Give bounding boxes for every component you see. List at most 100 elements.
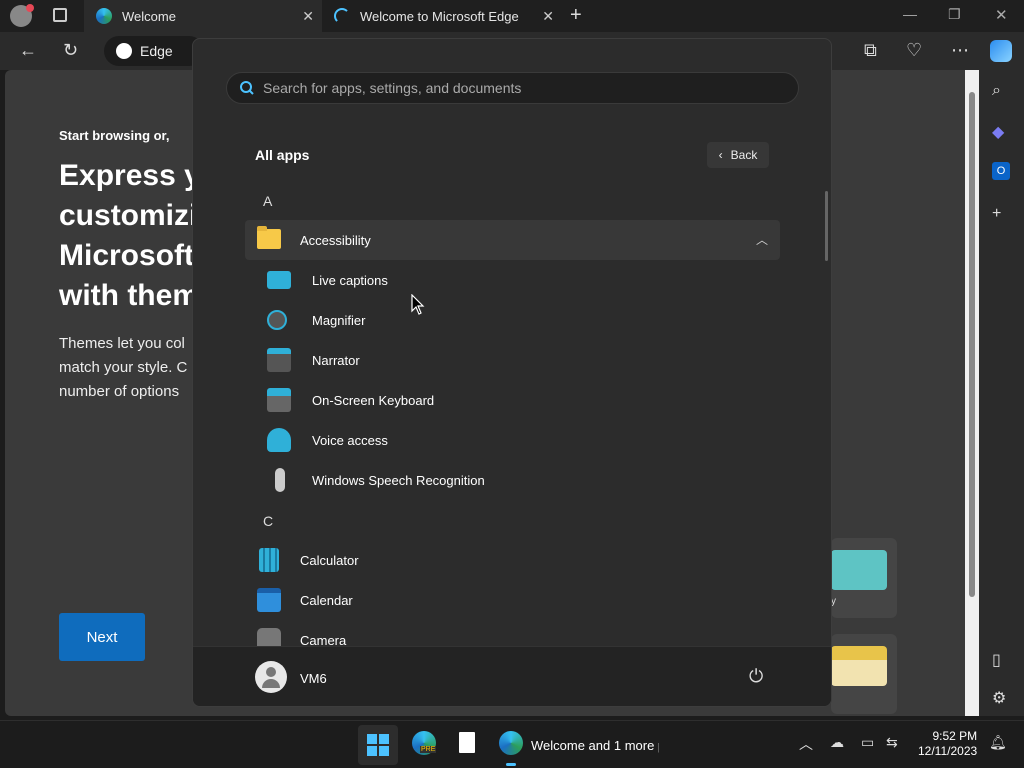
profile-avatar[interactable]	[10, 4, 34, 27]
section-letter[interactable]: A	[263, 193, 272, 209]
paragraph-line: number of options	[59, 383, 180, 400]
theme-swatch	[831, 646, 887, 686]
address-bar[interactable]: Edge	[104, 36, 204, 66]
active-indicator	[506, 763, 516, 766]
restore-button[interactable]: ❐	[948, 6, 961, 23]
windows-logo-icon	[367, 734, 389, 756]
back-arrow-icon[interactable]: ←	[19, 40, 37, 61]
more-icon[interactable]: ⋯	[951, 40, 969, 61]
paragraph-line: match your style. C	[59, 359, 188, 376]
app-windows-speech-recognition[interactable]: Windows Speech Recognition	[255, 460, 655, 500]
folder-icon	[257, 226, 281, 249]
keyboard-icon	[267, 388, 291, 412]
chevron-up-icon[interactable]: ︿	[756, 231, 768, 248]
collections-icon[interactable]: ⧉	[864, 40, 877, 61]
app-label: Magnifier	[312, 313, 366, 328]
app-label: Voice access	[312, 433, 388, 448]
start-browsing-text: Start browsing or,	[59, 128, 170, 143]
narrator-icon	[267, 348, 291, 372]
search-icon[interactable]: ⌕	[992, 82, 1001, 100]
minimize-button[interactable]: —	[903, 6, 917, 22]
start-menu-footer: VM6 ⏻	[193, 646, 831, 706]
clock-date: 12/11/2023	[918, 744, 978, 758]
app-narrator[interactable]: Narrator	[255, 340, 655, 380]
tab-welcome[interactable]: Welcome ✕	[84, 0, 322, 32]
accessibility-folder[interactable]: Accessibility ︿	[245, 220, 780, 260]
section-letter[interactable]: C	[263, 513, 273, 529]
back-button[interactable]: ‹ Back	[707, 142, 769, 168]
clock-time: 9:52 PM	[932, 729, 978, 743]
tab-welcome-edge[interactable]: Welcome to Microsoft Edge ✕	[322, 0, 562, 32]
clock[interactable]: 9:52 PM 12/11/2023	[918, 729, 977, 759]
tab-label: Welcome to Microsoft Edge	[360, 8, 519, 24]
theme-card[interactable]	[831, 634, 897, 714]
edge-icon	[96, 8, 112, 24]
onedrive-icon[interactable]: ☁	[830, 734, 844, 751]
headline-line: Express y	[59, 159, 194, 192]
scrollbar-thumb[interactable]	[969, 92, 975, 597]
browser-titlebar: Welcome ✕ Welcome to Microsoft Edge ✕ + …	[0, 0, 1024, 32]
app-label: Narrator	[312, 353, 360, 368]
copilot-icon[interactable]	[990, 40, 1012, 62]
tab-actions-icon[interactable]	[53, 8, 67, 22]
settings-icon[interactable]: ⚙	[992, 688, 1006, 708]
close-icon[interactable]: ✕	[302, 8, 314, 25]
app-voice-access[interactable]: Voice access	[255, 420, 655, 460]
copilot-sidebar-icon[interactable]: ◆	[992, 122, 1004, 142]
close-icon[interactable]: ✕	[542, 8, 554, 25]
edge-logo-icon	[116, 43, 132, 59]
refresh-icon[interactable]: ↻	[63, 40, 78, 61]
edge-taskbar-icon[interactable]	[499, 731, 523, 755]
start-menu-scrollbar[interactable]	[825, 191, 828, 261]
browser-essentials-icon[interactable]: ♡	[906, 40, 922, 61]
start-menu: All apps ‹ Back A Accessibility ︿ Live c…	[192, 38, 832, 707]
all-apps-title: All apps	[255, 147, 310, 163]
search-input[interactable]	[263, 80, 783, 96]
outlook-icon[interactable]: O	[992, 162, 1010, 180]
close-window-button[interactable]: ✕	[995, 6, 1008, 24]
add-icon[interactable]: +	[992, 205, 1001, 223]
power-icon[interactable]: ⏻	[749, 666, 763, 687]
network-icon[interactable]: ⇆	[886, 734, 898, 751]
start-button[interactable]	[358, 725, 398, 765]
user-name[interactable]: VM6	[300, 671, 327, 686]
headline-line: Microsoft	[59, 239, 194, 272]
theme-card[interactable]: y	[831, 538, 897, 618]
calculator-icon	[259, 548, 279, 572]
voice-access-icon	[267, 428, 291, 452]
app-label: Calculator	[300, 553, 359, 568]
paragraph-line: Themes let you col	[59, 335, 185, 352]
split-screen-icon[interactable]: ▯	[992, 650, 1001, 670]
page-scrollbar[interactable]	[965, 70, 979, 716]
loading-icon	[334, 8, 350, 24]
notification-bell-icon[interactable]: 🔔︎	[989, 734, 1007, 751]
app-calendar[interactable]: Calendar	[255, 580, 655, 620]
page-paragraph: Themes let you col match your style. C n…	[59, 332, 194, 404]
display-icon[interactable]: ▭	[861, 734, 874, 751]
start-search[interactable]	[226, 72, 799, 104]
app-label: Live captions	[312, 273, 388, 288]
microphone-icon	[275, 468, 285, 492]
edge-window-label[interactable]: Welcome and 1 more pa	[531, 738, 659, 753]
tab-label: Welcome	[122, 8, 176, 24]
chevron-up-icon[interactable]: ︿	[799, 734, 813, 754]
app-label: Calendar	[300, 593, 353, 608]
app-live-captions[interactable]: Live captions	[255, 260, 655, 300]
calendar-icon	[257, 588, 281, 612]
next-button[interactable]: Next	[59, 613, 145, 661]
theme-swatch	[831, 550, 887, 590]
app-magnifier[interactable]: Magnifier	[255, 300, 655, 340]
page-headline: Express y customizi Microsoft with them	[59, 156, 194, 316]
edge-sidebar: ⌕ ◆ O + ▯ ⚙	[979, 70, 1024, 716]
user-avatar[interactable]	[255, 661, 287, 693]
address-label: Edge	[140, 43, 173, 59]
app-on-screen-keyboard[interactable]: On-Screen Keyboard	[255, 380, 655, 420]
new-tab-button[interactable]: +	[570, 4, 582, 27]
chevron-left-icon: ‹	[718, 148, 723, 162]
taskbar: PRE Welcome and 1 more pa ︿ ☁ ▭ ⇆ 9:52 P…	[0, 720, 1024, 768]
edge-preview-icon[interactable]: PRE	[412, 731, 437, 755]
folder-label: Accessibility	[300, 233, 371, 248]
app-calculator[interactable]: Calculator	[255, 540, 655, 580]
file-icon[interactable]	[459, 732, 475, 753]
live-captions-icon	[267, 271, 291, 289]
